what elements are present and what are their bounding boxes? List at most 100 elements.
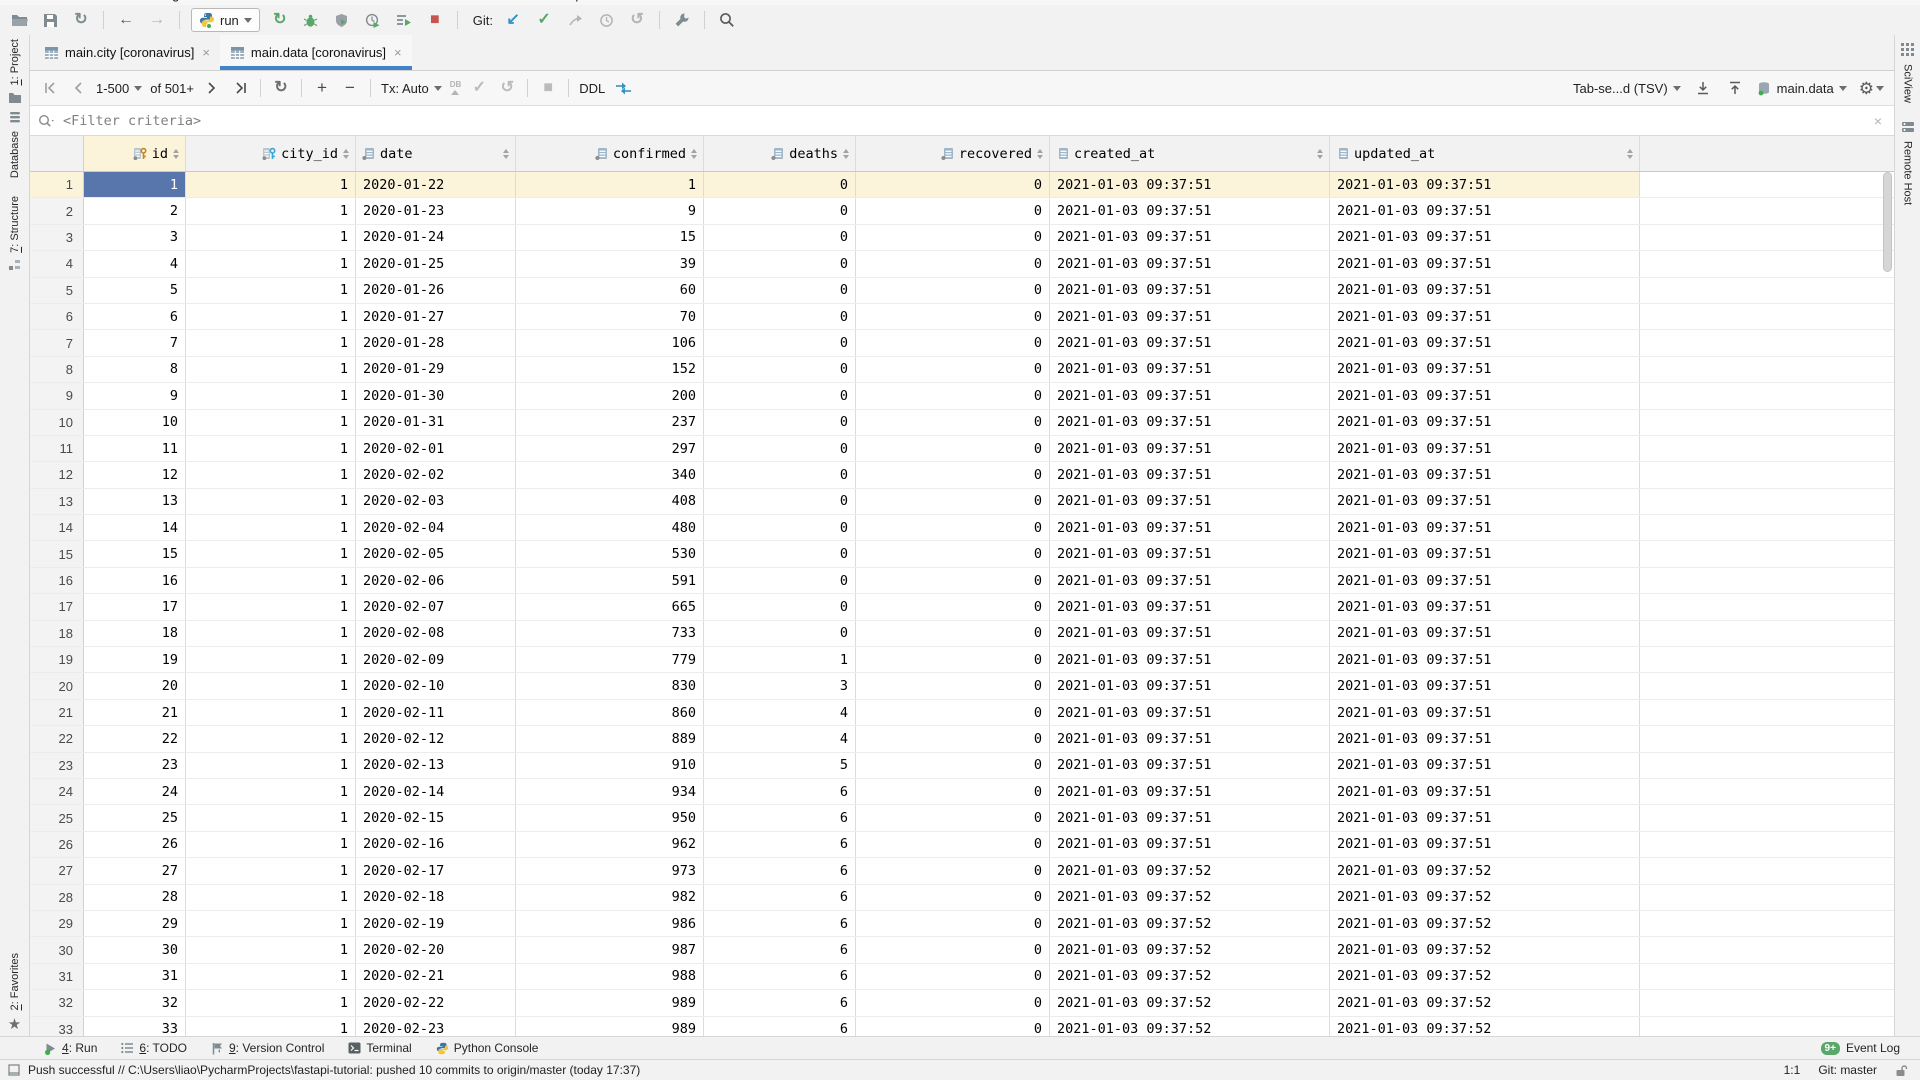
cell-recovered[interactable]: 0	[856, 990, 1050, 1015]
cell-recovered[interactable]: 0	[856, 251, 1050, 276]
cell-id[interactable]: 3	[84, 225, 186, 250]
row-number[interactable]: 13	[30, 489, 84, 514]
cell-id[interactable]: 22	[84, 726, 186, 751]
last-page-icon[interactable]	[230, 77, 250, 99]
cell-deaths[interactable]: 6	[704, 937, 856, 962]
cell-id[interactable]: 4	[84, 251, 186, 276]
close-icon[interactable]: ×	[202, 45, 210, 60]
cell-updated_at[interactable]: 2021-01-03 09:37:51	[1330, 779, 1640, 804]
cell-id[interactable]: 27	[84, 858, 186, 883]
cell-recovered[interactable]: 0	[856, 753, 1050, 778]
cell-date[interactable]: 2020-02-18	[356, 885, 516, 910]
ddl-button[interactable]: DDL	[579, 81, 605, 96]
cell-deaths[interactable]: 0	[704, 251, 856, 276]
cell-created_at[interactable]: 2021-01-03 09:37:51	[1050, 383, 1330, 408]
cell-created_at[interactable]: 2021-01-03 09:37:51	[1050, 753, 1330, 778]
cell-created_at[interactable]: 2021-01-03 09:37:51	[1050, 278, 1330, 303]
cell-confirmed[interactable]: 152	[516, 357, 704, 382]
row-number[interactable]: 5	[30, 278, 84, 303]
cell-date[interactable]: 2020-02-15	[356, 805, 516, 830]
cell-date[interactable]: 2020-02-05	[356, 541, 516, 566]
cell-updated_at[interactable]: 2021-01-03 09:37:51	[1330, 594, 1640, 619]
cell-updated_at[interactable]: 2021-01-03 09:37:51	[1330, 700, 1640, 725]
cell-recovered[interactable]: 0	[856, 515, 1050, 540]
unlock-icon[interactable]	[1895, 1064, 1908, 1077]
cell-recovered[interactable]: 0	[856, 647, 1050, 672]
cancel-query-icon[interactable]: ■	[538, 77, 558, 99]
cell-deaths[interactable]: 0	[704, 383, 856, 408]
cell-created_at[interactable]: 2021-01-03 09:37:52	[1050, 990, 1330, 1015]
cell-confirmed[interactable]: 297	[516, 436, 704, 461]
gear-icon[interactable]: ⚙	[1859, 77, 1884, 99]
cell-created_at[interactable]: 2021-01-03 09:37:51	[1050, 541, 1330, 566]
cell-date[interactable]: 2020-01-29	[356, 357, 516, 382]
row-number[interactable]: 33	[30, 1017, 84, 1037]
vertical-scrollbar[interactable]	[1883, 172, 1892, 272]
history-icon[interactable]	[595, 9, 617, 31]
row-number[interactable]: 7	[30, 330, 84, 355]
toolwindow-python-console[interactable]: Python Console	[436, 1041, 539, 1055]
cell-updated_at[interactable]: 2021-01-03 09:37:51	[1330, 225, 1640, 250]
cell-updated_at[interactable]: 2021-01-03 09:37:51	[1330, 198, 1640, 223]
cell-updated_at[interactable]: 2021-01-03 09:37:51	[1330, 621, 1640, 646]
cell-confirmed[interactable]: 480	[516, 515, 704, 540]
cell-date[interactable]: 2020-01-28	[356, 330, 516, 355]
cell-created_at[interactable]: 2021-01-03 09:37:51	[1050, 515, 1330, 540]
cell-recovered[interactable]: 0	[856, 568, 1050, 593]
filter-search-icon[interactable]	[38, 114, 56, 128]
row-number[interactable]: 20	[30, 673, 84, 698]
cell-created_at[interactable]: 2021-01-03 09:37:51	[1050, 330, 1330, 355]
cell-id[interactable]: 19	[84, 647, 186, 672]
cell-recovered[interactable]: 0	[856, 225, 1050, 250]
cell-id[interactable]: 24	[84, 779, 186, 804]
sort-icon[interactable]	[843, 149, 849, 159]
wrench-icon[interactable]	[671, 9, 693, 31]
cell-confirmed[interactable]: 989	[516, 1017, 704, 1037]
event-log-button[interactable]: 9+ Event Log	[1821, 1041, 1900, 1055]
cell-deaths[interactable]: 4	[704, 726, 856, 751]
cell-updated_at[interactable]: 2021-01-03 09:37:51	[1330, 278, 1640, 303]
row-number[interactable]: 25	[30, 805, 84, 830]
cell-updated_at[interactable]: 2021-01-03 09:37:51	[1330, 541, 1640, 566]
cell-created_at[interactable]: 2021-01-03 09:37:51	[1050, 726, 1330, 751]
cell-date[interactable]: 2020-02-12	[356, 726, 516, 751]
cell-created_at[interactable]: 2021-01-03 09:37:51	[1050, 594, 1330, 619]
cell-updated_at[interactable]: 2021-01-03 09:37:51	[1330, 251, 1640, 276]
cell-id[interactable]: 7	[84, 330, 186, 355]
cell-confirmed[interactable]: 779	[516, 647, 704, 672]
cell-deaths[interactable]: 6	[704, 805, 856, 830]
cell-recovered[interactable]: 0	[856, 779, 1050, 804]
cell-deaths[interactable]: 0	[704, 594, 856, 619]
cell-confirmed[interactable]: 39	[516, 251, 704, 276]
cell-id[interactable]: 30	[84, 937, 186, 962]
cell-date[interactable]: 2020-02-17	[356, 858, 516, 883]
cell-deaths[interactable]: 6	[704, 885, 856, 910]
cell-recovered[interactable]: 0	[856, 330, 1050, 355]
row-number-header[interactable]	[30, 136, 84, 171]
cell-id[interactable]: 9	[84, 383, 186, 408]
cell-recovered[interactable]: 0	[856, 885, 1050, 910]
cell-date[interactable]: 2020-02-07	[356, 594, 516, 619]
cell-deaths[interactable]: 6	[704, 911, 856, 936]
debug-icon[interactable]	[300, 9, 322, 31]
column-header-city_id[interactable]: city_id	[186, 136, 356, 171]
column-header-recovered[interactable]: recovered	[856, 136, 1050, 171]
stop-icon[interactable]: ■	[424, 9, 446, 31]
row-number[interactable]: 17	[30, 594, 84, 619]
cell-created_at[interactable]: 2021-01-03 09:37:51	[1050, 225, 1330, 250]
cell-city_id[interactable]: 1	[186, 462, 356, 487]
close-icon[interactable]: ×	[1874, 113, 1886, 129]
cell-city_id[interactable]: 1	[186, 937, 356, 962]
cell-id[interactable]: 12	[84, 462, 186, 487]
export-format-select[interactable]: Tab-se...d (TSV)	[1573, 81, 1681, 96]
cell-created_at[interactable]: 2021-01-03 09:37:51	[1050, 568, 1330, 593]
cell-deaths[interactable]: 6	[704, 858, 856, 883]
cell-created_at[interactable]: 2021-01-03 09:37:51	[1050, 779, 1330, 804]
cell-city_id[interactable]: 1	[186, 964, 356, 989]
cell-city_id[interactable]: 1	[186, 805, 356, 830]
cell-date[interactable]: 2020-02-22	[356, 990, 516, 1015]
cell-updated_at[interactable]: 2021-01-03 09:37:51	[1330, 436, 1640, 461]
cell-id[interactable]: 21	[84, 700, 186, 725]
cell-city_id[interactable]: 1	[186, 198, 356, 223]
cell-updated_at[interactable]: 2021-01-03 09:37:51	[1330, 568, 1640, 593]
